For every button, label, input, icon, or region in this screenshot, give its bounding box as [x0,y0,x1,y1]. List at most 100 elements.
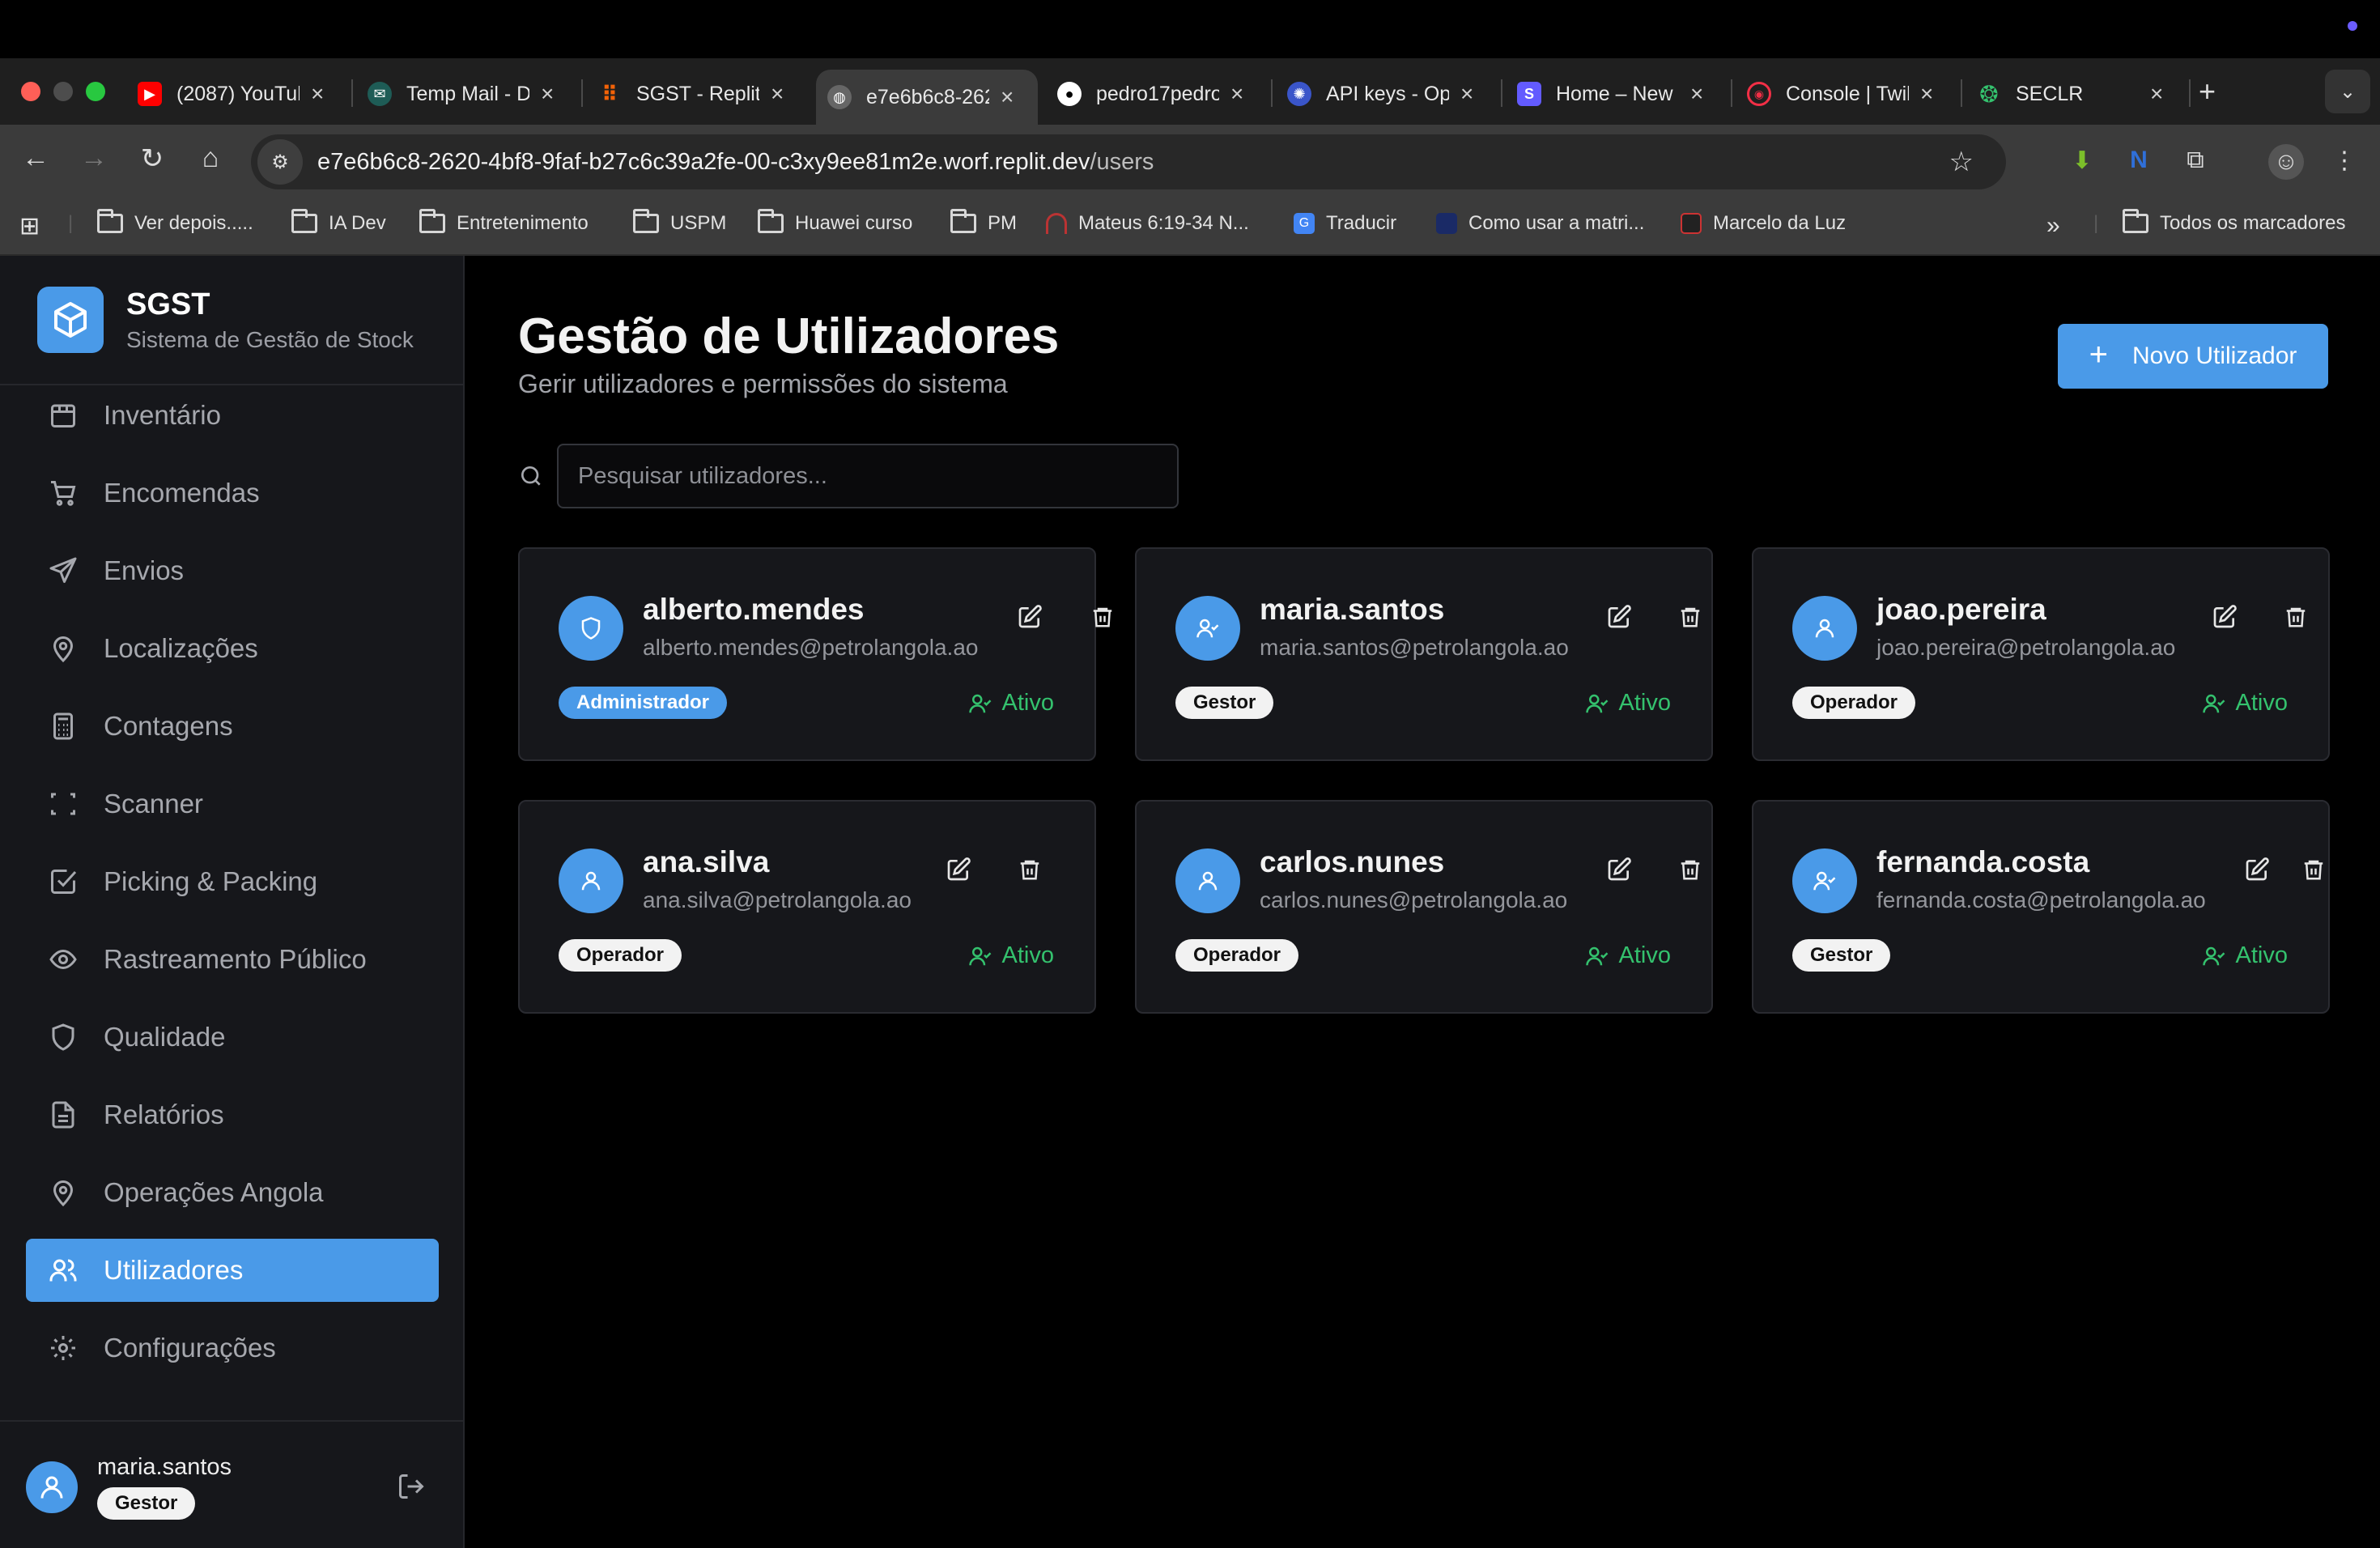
close-tab-icon[interactable]: × [1690,81,1703,107]
address-bar[interactable]: ⚙ e7e6b6c8-2620-4bf8-9faf-b27c6c39a2fe-0… [251,134,2006,189]
edit-icon[interactable] [1603,853,1635,886]
close-tab-icon[interactable]: × [1920,81,1933,107]
apps-grid-icon[interactable]: ⊞ [19,212,40,240]
bookmark-star-icon[interactable]: ☆ [1949,146,1974,178]
reload-icon[interactable]: ↻ [133,142,172,175]
user-check-icon [1792,848,1857,913]
home-icon[interactable]: ⌂ [191,142,230,174]
folder-icon [633,209,659,233]
extensions-puzzle-icon[interactable]: ⧉ [2179,144,2212,176]
user-check-icon [968,946,991,965]
user-check-icon [2202,946,2225,965]
sidebar-item-qualidade[interactable]: Qualidade [26,1006,439,1069]
tab-separator [581,79,583,107]
edit-icon[interactable] [942,853,975,886]
user-check-icon [1585,946,1608,965]
bookmark-folder[interactable]: Ver depois..... [97,209,253,235]
bookmark-label: Entretenimento [457,212,589,234]
sidebar-item-envios[interactable]: Envios [26,539,439,602]
sidebar-item-localizacoes[interactable]: Localizações [26,617,439,680]
new-user-button[interactable]: + Novo Utilizador [2058,324,2328,389]
sidebar-item-inventario[interactable]: Inventário [26,384,439,447]
bookmark-link[interactable]: Como usar a matri... [1436,212,1644,235]
browser-tab[interactable]: ◉ Console | Twilio × [1736,70,1954,118]
browser-tab[interactable]: ✺ API keys - OpenAI × [1276,70,1494,118]
send-icon [47,555,79,587]
search-input[interactable] [557,444,1179,508]
trash-icon[interactable] [1674,601,1706,633]
sidebar-item-encomendas[interactable]: Encomendas [26,461,439,525]
trash-icon[interactable] [1674,853,1706,886]
current-user-role-badge: Gestor [97,1487,196,1520]
all-bookmarks-folder[interactable]: Todos os marcadores [2123,209,2345,235]
back-icon[interactable]: ← [16,142,55,174]
bookmark-folder[interactable]: PM [950,209,1017,235]
sidebar-item-label: Contagens [104,711,233,741]
sidebar-item-contagens[interactable]: Contagens [26,695,439,758]
download-extension-icon[interactable]: ⬇ [2066,144,2098,176]
trash-icon[interactable] [1086,601,1119,633]
close-window-button[interactable] [21,82,40,101]
close-tab-icon[interactable]: × [541,81,554,107]
close-tab-icon[interactable]: × [1001,84,1014,110]
folder-icon [2123,209,2148,233]
profile-avatar-icon[interactable]: ☺ [2268,144,2304,180]
edit-icon[interactable] [1603,601,1635,633]
close-tab-icon[interactable]: × [311,81,324,107]
sidebar-item-operacoes-angola[interactable]: Operações Angola [26,1161,439,1224]
globe-icon: ◍ [827,85,852,109]
n-extension-icon[interactable]: N [2123,144,2155,176]
sidebar-item-relatorios[interactable]: Relatórios [26,1083,439,1146]
browser-tab[interactable]: ● pedro17pedro × [1046,70,1264,118]
minimize-window-button[interactable] [53,82,73,101]
browser-tab-active[interactable]: ◍ e7e6b6c8-2620 × [816,70,1038,125]
user-name: carlos.nunes [1260,845,1445,878]
sidebar-item-rastreamento[interactable]: Rastreamento Público [26,928,439,991]
browser-tab[interactable]: S Home – New × [1506,70,1724,118]
bookmark-link[interactable]: Marcelo da Luz [1681,212,1846,235]
bookmark-folder[interactable]: IA Dev [291,209,386,235]
browser-tab[interactable]: ▶ (2087) YouTube × [126,70,345,118]
bookmark-link[interactable]: Mateus 6:19-34 N... [1046,212,1249,235]
sidebar-item-utilizadores[interactable]: Utilizadores [26,1239,439,1302]
more-bookmarks-icon[interactable]: » [2046,212,2060,240]
tab-search-button[interactable]: ⌄ [2325,70,2370,113]
bookmark-folder[interactable]: USPM [633,209,726,235]
edit-icon[interactable] [1014,601,1046,633]
site-info-icon[interactable]: ⚙ [257,139,303,185]
sidebar-item-picking-packing[interactable]: Picking & Packing [26,850,439,913]
bookmarks-separator: | [2093,212,2099,234]
trash-icon[interactable] [2280,601,2312,633]
new-tab-button[interactable]: + [2199,74,2216,108]
edit-icon[interactable] [2241,853,2273,886]
user-email: alberto.mendes@petrolangola.ao [643,635,979,660]
maximize-window-button[interactable] [86,82,105,101]
bookmark-link[interactable]: G Traducir [1294,212,1396,235]
new-user-button-label: Novo Utilizador [2131,342,2297,369]
bookmark-folder[interactable]: Entretenimento [419,209,589,235]
sidebar-item-configuracoes[interactable]: Configurações [26,1316,439,1380]
close-tab-icon[interactable]: × [1460,81,1473,107]
trash-icon[interactable] [2297,853,2330,886]
trash-icon[interactable] [1014,853,1046,886]
bookmark-label: Marcelo da Luz [1713,212,1847,234]
scan-icon [47,788,79,820]
sidebar-item-scanner[interactable]: Scanner [26,772,439,836]
url-text[interactable]: e7e6b6c8-2620-4bf8-9faf-b27c6c39a2fe-00-… [317,149,1154,176]
tab-title: pedro17pedro [1096,82,1219,105]
logout-icon[interactable] [397,1472,426,1505]
user-check-icon [968,694,991,712]
browser-tab[interactable]: ⠿ SGST - Replit × [586,70,805,118]
browser-menu-icon[interactable]: ⋮ [2328,144,2361,176]
edit-icon[interactable] [2208,601,2241,633]
sidebar-item-label: Operações Angola [104,1177,324,1207]
browser-tab[interactable]: ✉ Temp Mail - Disposable × [356,70,575,118]
forward-icon[interactable]: → [74,142,113,174]
browser-tab[interactable]: ❂ SECLR × [1966,70,2184,118]
current-user: maria.santos Gestor [26,1454,232,1520]
bookmark-folder[interactable]: Huawei curso [758,209,912,235]
bookmarks-separator: | [68,212,74,234]
close-tab-icon[interactable]: × [1230,81,1243,107]
close-tab-icon[interactable]: × [2150,81,2163,107]
close-tab-icon[interactable]: × [771,81,784,107]
